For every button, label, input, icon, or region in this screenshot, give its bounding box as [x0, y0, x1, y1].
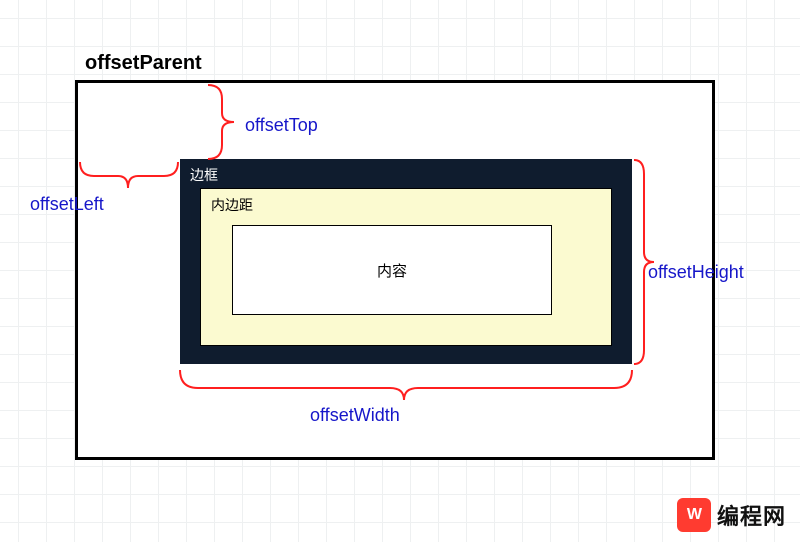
content-box: 内容: [232, 225, 552, 315]
watermark-text: 编程网: [717, 499, 786, 531]
offsettop-label: offsetTop: [245, 115, 318, 136]
padding-label: 内边距: [211, 195, 253, 215]
offsetleft-label: offsetLeft: [30, 194, 104, 215]
watermark-badge-icon: W: [677, 498, 711, 532]
watermark: W 编程网: [677, 498, 786, 532]
content-label: 内容: [377, 260, 407, 281]
border-label: 边框: [190, 165, 218, 185]
diagram-stage: offsetParent 边框 内边距 内容 offsetTop offsetL…: [0, 0, 800, 542]
offsetparent-label: offsetParent: [85, 52, 202, 75]
offsetwidth-label: offsetWidth: [310, 405, 400, 426]
offsetheight-label: offsetHeight: [648, 262, 744, 283]
